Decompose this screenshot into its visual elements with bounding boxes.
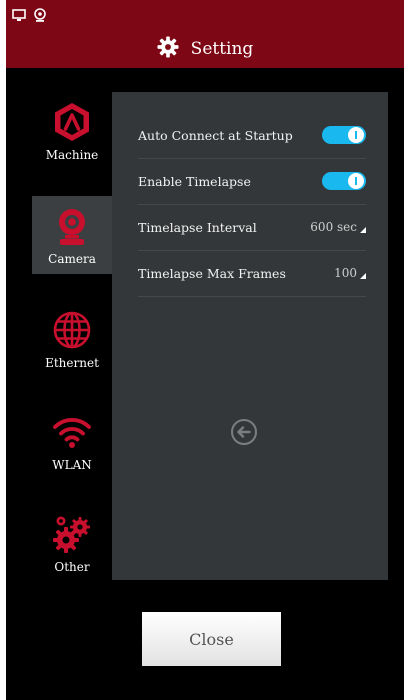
setting-row-auto-connect: Auto Connect at Startup <box>138 112 366 159</box>
value-text: 100 <box>334 266 357 280</box>
sidebar-item-camera[interactable]: Camera <box>32 196 112 274</box>
dropdown-corner-icon <box>360 227 366 233</box>
back-arrow-icon <box>231 419 257 445</box>
sidebar-item-ethernet[interactable]: Ethernet <box>32 300 112 380</box>
dropdown-corner-icon <box>360 273 366 279</box>
header-bar: Setting <box>6 0 404 68</box>
header-title-group: Setting <box>6 36 404 62</box>
setting-row-enable-timelapse: Enable Timelapse <box>138 158 366 205</box>
auto-connect-toggle[interactable] <box>322 126 366 144</box>
sidebar-item-label: Machine <box>45 148 99 162</box>
gear-icon <box>157 36 179 62</box>
monitor-icon <box>12 7 26 26</box>
camera-icon <box>55 206 89 246</box>
webcam-icon <box>34 7 46 26</box>
sidebar-item-other[interactable]: Other <box>32 504 112 584</box>
gears-icon <box>51 514 93 554</box>
sidebar-item-machine[interactable]: Machine <box>32 92 112 172</box>
value-text: 600 sec <box>310 220 357 234</box>
setting-row-timelapse-max-frames: Timelapse Max Frames 100 <box>138 250 366 297</box>
toggle-knob <box>348 173 364 189</box>
status-bar <box>12 7 46 26</box>
settings-panel: Auto Connect at Startup Enable Timelapse… <box>112 92 388 580</box>
wifi-icon <box>52 412 92 452</box>
globe-icon <box>52 310 92 350</box>
app-frame: Setting Machine Camera Ethernet WLAN Oth… <box>6 0 404 700</box>
timelapse-interval-value[interactable]: 600 sec <box>310 220 366 234</box>
setting-row-timelapse-interval: Timelapse Interval 600 sec <box>138 204 366 251</box>
page-title: Setting <box>190 39 254 59</box>
sidebar-item-label: WLAN <box>52 458 92 472</box>
setting-label: Enable Timelapse <box>138 173 251 189</box>
back-arrow-button[interactable] <box>230 418 258 446</box>
sidebar-item-label: Camera <box>48 252 96 266</box>
setting-label: Timelapse Max Frames <box>138 265 286 281</box>
toggle-knob <box>348 127 364 143</box>
sidebar-item-label: Other <box>54 560 90 574</box>
close-button[interactable]: Close <box>142 612 281 666</box>
machine-icon <box>53 102 91 142</box>
sidebar-item-label: Ethernet <box>45 356 99 370</box>
setting-label: Timelapse Interval <box>138 219 257 235</box>
sidebar-item-wlan[interactable]: WLAN <box>32 402 112 482</box>
enable-timelapse-toggle[interactable] <box>322 172 366 190</box>
setting-label: Auto Connect at Startup <box>138 127 293 143</box>
timelapse-max-frames-value[interactable]: 100 <box>334 266 366 280</box>
